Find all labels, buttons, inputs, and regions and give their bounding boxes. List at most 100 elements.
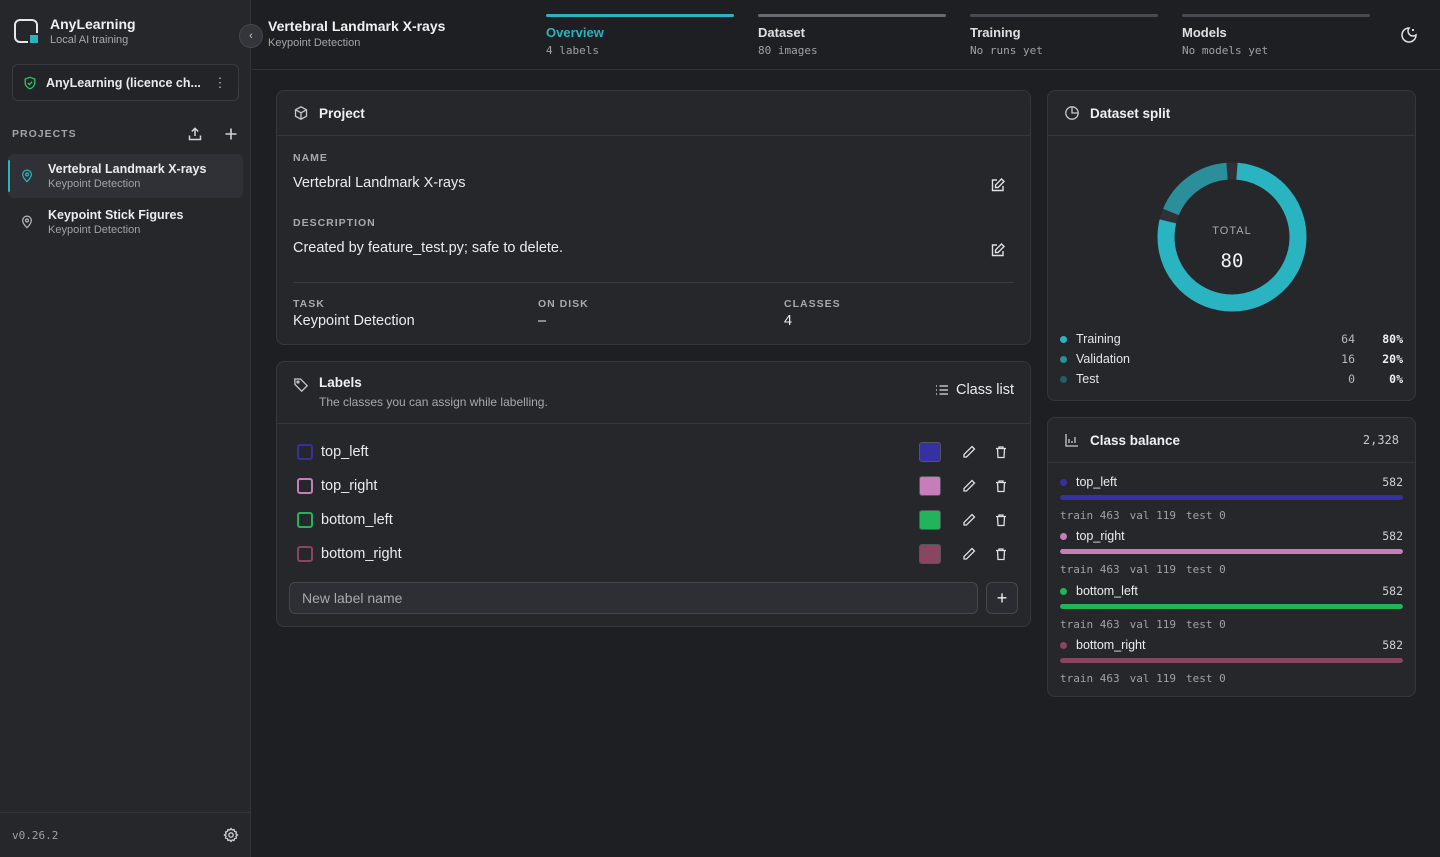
edit-name-icon[interactable] <box>990 177 1006 193</box>
page-title: Vertebral Landmark X-rays Keypoint Detec… <box>268 18 445 49</box>
balance-track <box>1060 604 1403 609</box>
add-project-icon[interactable] <box>223 126 239 142</box>
balance-val: val 119 <box>1129 618 1176 631</box>
trash-icon[interactable] <box>994 513 1008 527</box>
project-task: Keypoint Detection <box>48 224 141 236</box>
project-card-title: Project <box>319 105 365 121</box>
sidebar-footer: v0.26.2 <box>0 812 251 857</box>
legend-name: Validation <box>1076 352 1130 366</box>
shield-check-icon <box>24 76 36 89</box>
sidebar: AnyLearning Local AI training AnyLearnin… <box>0 0 251 857</box>
name-label: NAME <box>293 152 328 164</box>
donut-total-label: TOTAL <box>1212 225 1252 237</box>
classes-label: CLASSES <box>784 298 841 310</box>
balance-track <box>1060 549 1403 554</box>
project-item-vertebral[interactable]: Vertebral Landmark X-rays Keypoint Detec… <box>8 154 243 198</box>
tag-icon <box>294 378 309 393</box>
balance-row-bottom-left: bottom_left 582 train 463 val 119 test 0 <box>1060 584 1403 631</box>
step-sub: No runs yet <box>970 44 1043 57</box>
donut-slice-validation <box>1163 162 1229 216</box>
tab-dataset[interactable]: Dataset 80 images <box>758 14 946 57</box>
edit-description-icon[interactable] <box>990 242 1006 258</box>
labels-card-header: Labels The classes you can assign while … <box>277 362 1030 424</box>
more-vertical-icon[interactable]: ⋮ <box>212 75 228 91</box>
app-subtitle: Local AI training <box>50 34 129 46</box>
balance-train: train 463 <box>1060 509 1120 522</box>
step-sub: 4 labels <box>546 44 599 57</box>
step-label: Models <box>1182 25 1227 40</box>
theme-toggle-icon[interactable] <box>1400 26 1418 44</box>
class-balance-card: Class balance 2,328 top_left 582 train 4… <box>1047 417 1416 697</box>
balance-value: 582 <box>1382 584 1403 598</box>
pencil-icon[interactable] <box>962 547 976 561</box>
balance-row-top-left: top_left 582 train 463 val 119 test 0 <box>1060 475 1403 522</box>
color-swatch-button[interactable] <box>919 510 941 530</box>
legend-pct: 20% <box>1382 352 1403 366</box>
location-pin-icon <box>22 169 32 183</box>
color-swatch-button[interactable] <box>919 476 941 496</box>
class-list-button[interactable]: Class list <box>935 382 1014 398</box>
cube-icon <box>294 106 308 120</box>
description-label: DESCRIPTION <box>293 217 376 229</box>
plus-icon: + <box>996 587 1008 608</box>
project-name-value: Vertebral Landmark X-rays <box>293 175 466 191</box>
upload-icon[interactable] <box>187 126 203 142</box>
color-swatch-button[interactable] <box>919 442 941 462</box>
pencil-icon[interactable] <box>962 479 976 493</box>
label-row-bottom-left: bottom_left <box>297 508 1017 532</box>
task-value: Keypoint Detection <box>293 313 415 329</box>
class-balance-header: Class balance 2,328 <box>1048 418 1415 463</box>
dataset-split-card: Dataset split TOTAL 80 Training 64 80% V… <box>1047 90 1416 401</box>
balance-name: bottom_left <box>1076 584 1138 598</box>
label-color-square <box>297 478 313 494</box>
balance-val: val 119 <box>1129 672 1176 685</box>
settings-gear-icon[interactable] <box>223 827 239 843</box>
topbar: Vertebral Landmark X-rays Keypoint Detec… <box>252 0 1440 70</box>
label-row-top-right: top_right <box>297 474 1017 498</box>
balance-name: top_right <box>1076 529 1125 543</box>
licence-selector[interactable]: AnyLearning (licence ch... ⋮ <box>12 64 239 101</box>
trash-icon[interactable] <box>994 479 1008 493</box>
labels-card-title: Labels <box>319 375 362 390</box>
new-label-input[interactable] <box>289 582 978 614</box>
step-sub: No models yet <box>1182 44 1269 57</box>
legend-pct: 80% <box>1382 332 1403 346</box>
step-label: Dataset <box>758 25 805 40</box>
legend-test: Test 0 0% <box>1060 372 1403 386</box>
label-name: top_right <box>321 478 378 494</box>
balance-name: top_left <box>1076 475 1118 489</box>
balance-test: test 0 <box>1185 672 1226 685</box>
add-label-button[interactable]: + <box>986 582 1018 614</box>
class-balance-total: 2,328 <box>1362 433 1399 447</box>
legend-validation: Validation 16 20% <box>1060 352 1403 366</box>
collapse-sidebar-button[interactable]: ‹ <box>239 24 263 48</box>
class-list-label: Class list <box>955 382 1014 398</box>
on-disk-value: – <box>538 313 547 329</box>
split-donut-chart <box>1157 162 1307 312</box>
divider <box>293 282 1014 283</box>
project-item-stick-figures[interactable]: Keypoint Stick Figures Keypoint Detectio… <box>8 200 243 244</box>
color-swatch-button[interactable] <box>919 544 941 564</box>
balance-track <box>1060 495 1403 500</box>
projects-label: PROJECTS <box>12 128 77 140</box>
legend-dot <box>1060 355 1067 363</box>
pencil-icon[interactable] <box>962 513 976 527</box>
location-pin-icon <box>22 215 32 229</box>
pencil-icon[interactable] <box>962 445 976 459</box>
label-row-bottom-right: bottom_right <box>297 542 1017 566</box>
tab-training[interactable]: Training No runs yet <box>970 14 1158 57</box>
trash-icon[interactable] <box>994 547 1008 561</box>
version-label: v0.26.2 <box>12 828 59 842</box>
brand[interactable]: AnyLearning Local AI training <box>14 16 136 46</box>
tab-models[interactable]: Models No models yet <box>1182 14 1370 57</box>
balance-value: 582 <box>1382 475 1403 489</box>
chevron-left-icon: ‹ <box>249 30 253 42</box>
balance-fill <box>1060 658 1403 663</box>
bar-chart-icon <box>1065 434 1078 447</box>
step-progress-bar <box>758 14 946 17</box>
trash-icon[interactable] <box>994 445 1008 459</box>
projects-header: PROJECTS <box>12 126 239 142</box>
tab-overview[interactable]: Overview 4 labels <box>546 14 734 57</box>
balance-val: val 119 <box>1129 509 1176 522</box>
balance-fill <box>1060 604 1403 609</box>
